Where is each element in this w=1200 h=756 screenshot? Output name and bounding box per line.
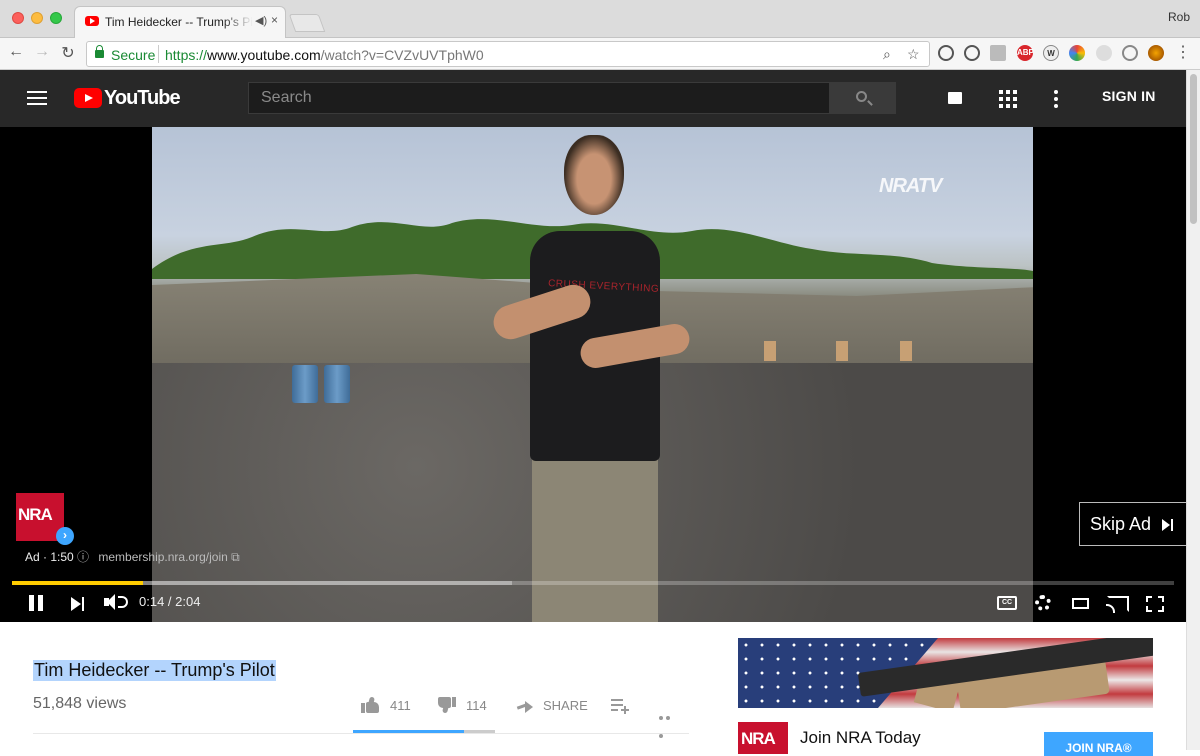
reload-icon[interactable]: ↻ [58, 43, 78, 63]
link-icon[interactable] [1122, 45, 1138, 61]
ad-label: Ad · 1:50 [25, 550, 74, 564]
search-button[interactable] [829, 82, 896, 114]
ad-info: Ad · 1:50 ⓘ membership.nra.org/join ⧉ [25, 548, 240, 565]
skip-next-icon [1162, 519, 1174, 531]
blue-barrel [324, 365, 350, 403]
wikipedia-icon[interactable]: W [1043, 45, 1059, 61]
progress-played [12, 581, 144, 585]
thumbs-up-icon[interactable] [361, 696, 379, 713]
tab-close-icon[interactable]: × [271, 13, 278, 27]
bookmark-star-icon[interactable]: ☆ [907, 46, 920, 63]
closed-captions-icon[interactable]: CC [997, 596, 1017, 610]
new-tab-button[interactable] [288, 14, 326, 32]
adblock-icon[interactable]: ABP [1017, 45, 1034, 61]
shooting-target [764, 341, 776, 361]
ad-expand-icon[interactable]: › [56, 527, 74, 545]
video-title: Tim Heidecker -- Trump's Pilot [33, 660, 276, 681]
external-link-icon[interactable]: ⧉ [231, 550, 240, 564]
youtube-logo-icon[interactable] [74, 88, 102, 108]
tab-title: Tim Heidecker -- Trump's Pilot [105, 15, 253, 29]
url-scheme: https:// [165, 47, 208, 63]
shooting-target [836, 341, 848, 361]
ad-link[interactable]: membership.nra.org/join [98, 550, 227, 564]
sidebar-ad-banner[interactable] [738, 638, 1153, 708]
history-icon[interactable] [938, 45, 954, 61]
pause-button[interactable] [28, 595, 44, 611]
security-label: Secure [111, 47, 156, 63]
zoom-icon[interactable]: ⌕ [883, 46, 891, 63]
profile-name[interactable]: Rob [1168, 10, 1190, 24]
cast-icon[interactable] [1106, 596, 1129, 613]
audio-playing-icon[interactable]: ◀︎) [255, 14, 267, 27]
blue-barrel [292, 365, 318, 403]
info-icon[interactable] [964, 45, 980, 61]
close-window-button[interactable] [12, 12, 24, 24]
next-button[interactable] [71, 597, 85, 611]
window-titlebar: Tim Heidecker -- Trump's Pilot ◀︎) × Rob [0, 0, 1200, 38]
forward-arrow-icon[interactable]: → [32, 43, 52, 61]
url-path: /watch?v=CVZvUVTphW0 [320, 47, 484, 63]
progress-bar[interactable] [12, 581, 1174, 585]
maximize-window-button[interactable] [50, 12, 62, 24]
color-picker-icon[interactable] [1069, 45, 1085, 61]
presenter-figure: CRUSH EVERYTHING [489, 135, 712, 622]
share-icon[interactable] [517, 701, 533, 713]
skip-ad-label: Skip Ad [1090, 514, 1152, 534]
thumbs-down-icon[interactable] [438, 697, 456, 714]
more-actions-icon[interactable] [659, 707, 679, 738]
add-to-playlist-icon[interactable] [611, 699, 629, 714]
info-divider [33, 733, 689, 734]
upload-video-icon[interactable] [948, 92, 962, 104]
youtube-favicon-icon [85, 16, 99, 26]
search-icon [856, 91, 867, 102]
video-player[interactable]: CRUSH EVERYTHING NRATV NRA › Ad · 1:50 ⓘ… [0, 127, 1186, 622]
menu-icon[interactable]: ⋮ [1173, 42, 1193, 62]
view-count: 51,848 views [33, 695, 127, 712]
url-separator [158, 45, 159, 63]
face-icon[interactable] [1148, 45, 1164, 61]
lock-icon [95, 45, 104, 58]
sidebar-ad-logo[interactable]: NRA [738, 722, 788, 754]
hamburger-menu-icon[interactable] [27, 91, 47, 105]
scroll-thumb[interactable] [1190, 74, 1197, 224]
fullscreen-icon[interactable] [1146, 596, 1164, 612]
time-display: 0:14 / 2:04 [139, 594, 201, 609]
address-bar[interactable]: Secure https://www.youtube.com/watch?v=C… [86, 41, 930, 67]
video-frame[interactable]: CRUSH EVERYTHING NRATV [152, 127, 1033, 622]
sidebar-ad-title[interactable]: Join NRA Today [800, 728, 921, 748]
minimize-window-button[interactable] [31, 12, 43, 24]
search-input[interactable] [248, 82, 830, 114]
ad-logo-text: NRA [18, 505, 53, 524]
more-options-icon[interactable] [1054, 90, 1058, 108]
apps-grid-icon[interactable] [999, 90, 1017, 108]
shooting-target [900, 341, 912, 361]
nratv-watermark: NRATV [879, 175, 942, 197]
settings-gear-icon[interactable] [1035, 595, 1051, 611]
dislike-count[interactable]: 114 [466, 698, 487, 713]
volume-wave-icon [118, 596, 128, 608]
like-count[interactable]: 411 [390, 698, 411, 713]
browser-tab[interactable]: Tim Heidecker -- Trump's Pilot ◀︎) × [74, 6, 286, 38]
ghost-icon[interactable] [1096, 45, 1112, 61]
back-arrow-icon[interactable]: ← [6, 43, 26, 61]
ad-info-icon[interactable]: ⓘ [77, 550, 92, 564]
pocket-icon[interactable] [990, 45, 1006, 61]
youtube-wordmark[interactable]: YouTube [104, 87, 181, 110]
skip-ad-button[interactable]: Skip Ad [1079, 502, 1186, 546]
join-nra-button[interactable]: JOIN NRA® [1044, 732, 1153, 756]
browser-toolbar: ← → ↻ Secure https://www.youtube.com/wat… [0, 38, 1200, 70]
url-host: www.youtube.com [207, 47, 321, 63]
theater-mode-icon[interactable] [1072, 598, 1089, 609]
share-button[interactable]: SHARE [543, 698, 588, 713]
sign-in-button[interactable]: SIGN IN [1102, 88, 1156, 104]
url-text[interactable]: https://www.youtube.com/watch?v=CVZvUVTp… [165, 47, 484, 63]
sidebar-ad-logo-text: NRA [741, 729, 776, 748]
page-scrollbar[interactable] [1186, 70, 1200, 750]
